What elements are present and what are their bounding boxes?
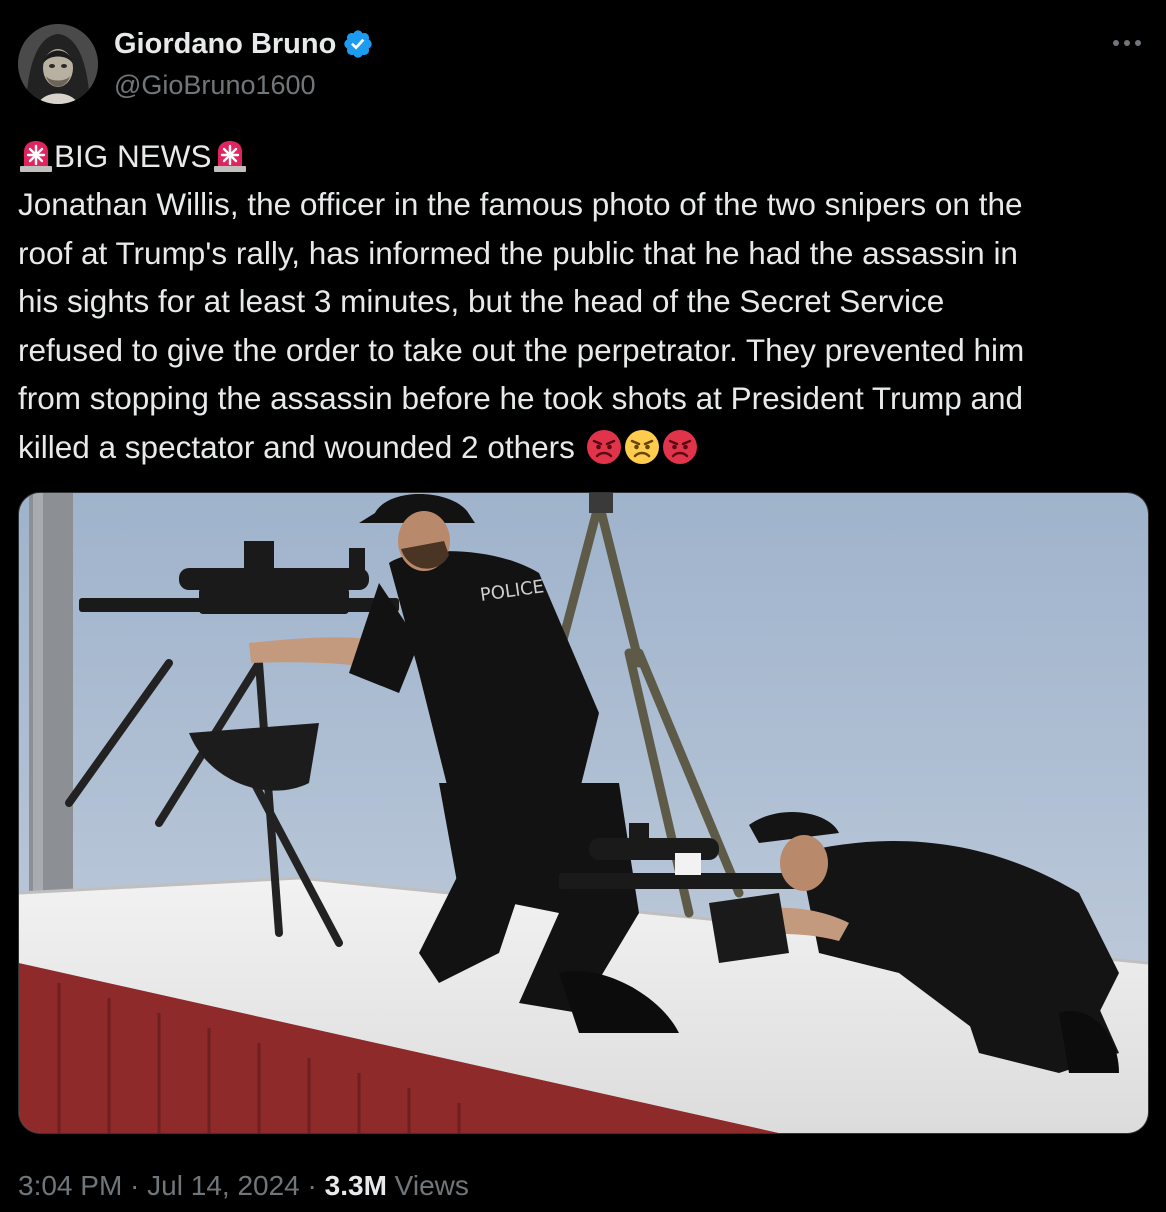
views-label: Views xyxy=(394,1170,469,1201)
tweet-body-line: his sights for at least 3 minutes, but t… xyxy=(18,283,945,319)
tweet-body-last-line: killed a spectator and wounded 2 others xyxy=(18,423,1153,472)
siren-emoji-icon xyxy=(212,138,248,174)
angry-face-emoji-icon xyxy=(662,429,698,465)
headline-row: BIG NEWS xyxy=(18,132,1153,180)
tweet-text: BIG NEWS Jonathan Willis, the officer in… xyxy=(18,132,1153,471)
views-count: 3.3M xyxy=(324,1170,387,1201)
verified-badge-icon[interactable] xyxy=(342,28,374,60)
meta-separator: · xyxy=(299,1170,325,1201)
tweet-body-line: roof at Trump's rally, has informed the … xyxy=(18,234,1018,271)
more-dots-icon xyxy=(1113,40,1141,46)
tweet-meta: 3:04 PM · Jul 14, 2024 · 3.3M Views xyxy=(18,1166,469,1206)
tweet-body-line: killed a spectator and wounded 2 others xyxy=(18,428,575,465)
tweet-body-line: refused to give the order to take out th… xyxy=(18,331,1025,368)
display-name-row: Giordano Bruno xyxy=(114,26,374,62)
handle[interactable]: @GioBruno1600 xyxy=(114,68,316,102)
tweet-body-line: from stopping the assassin before he too… xyxy=(18,380,1024,416)
siren-emoji-icon xyxy=(18,138,54,174)
display-name[interactable]: Giordano Bruno xyxy=(114,26,336,62)
meta-separator: · xyxy=(122,1170,148,1201)
tweet-body-line: Jonathan Willis, the officer in the famo… xyxy=(18,186,1023,222)
tweet: Giordano Bruno @GioBruno1600 BIG NEWS Jo… xyxy=(0,0,1166,1212)
angry-face-yellow-emoji-icon xyxy=(624,429,660,465)
tweet-time[interactable]: 3:04 PM xyxy=(18,1170,122,1201)
tweet-photo[interactable]: POLICE xyxy=(18,492,1149,1134)
more-options-button[interactable] xyxy=(1110,30,1144,56)
headline-text: BIG NEWS xyxy=(54,137,212,174)
angry-face-emoji-icon xyxy=(586,429,622,465)
avatar[interactable] xyxy=(18,24,98,104)
tweet-date[interactable]: Jul 14, 2024 xyxy=(147,1170,300,1201)
